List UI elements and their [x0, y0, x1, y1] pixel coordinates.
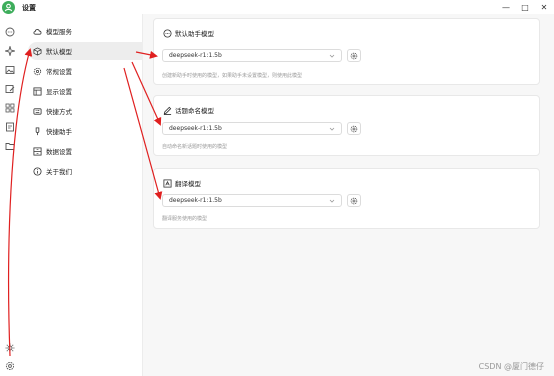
sidebar-item-quick-assistant[interactable]: 快捷助手 [28, 122, 156, 140]
gear-icon [350, 52, 358, 59]
sidebar-item-display-settings[interactable]: 显示设置 [28, 82, 156, 100]
apps-icon[interactable] [4, 102, 16, 114]
image-icon[interactable] [4, 64, 16, 76]
title-bar: 设置 — □ ✕ [0, 0, 554, 14]
translation-model-card: 翻译模型 deepseek-r1:1.5b 翻译服务使用的模型 [153, 168, 540, 229]
topic-naming-model-select[interactable]: deepseek-r1:1.5b [162, 122, 342, 135]
watermark: CSDN @厦门德仔 [478, 362, 544, 371]
select-value: deepseek-r1:1.5b [169, 197, 222, 204]
select-value: deepseek-r1:1.5b [169, 52, 222, 59]
info-icon [32, 166, 42, 176]
sidebar-item-label: 数据设置 [46, 148, 72, 156]
card-description: 自动命名新话题时使用的模型 [162, 144, 228, 150]
sidebar-item-label: 关于我们 [46, 168, 72, 176]
card-title-text: 翻译模型 [175, 180, 201, 188]
main-content: 默认助手模型 deepseek-r1:1.5b 创建新助手时使用的模型，如果助手… [143, 14, 554, 376]
rocket-icon [32, 106, 42, 116]
sidebar-item-general-settings[interactable]: 常规设置 [28, 62, 156, 80]
app-avatar[interactable] [2, 1, 15, 14]
sidebar-item-label: 快捷方式 [46, 108, 72, 116]
topic-naming-model-settings-button[interactable] [347, 122, 361, 135]
card-title-text: 默认助手模型 [175, 30, 214, 38]
sidebar-item-label: 显示设置 [46, 88, 72, 96]
card-description: 翻译服务使用的模型 [162, 216, 208, 222]
brightness-icon[interactable] [4, 342, 16, 354]
pen-icon [162, 105, 172, 115]
gear-icon [350, 125, 358, 132]
maximize-button[interactable]: □ [519, 2, 531, 12]
database-icon [32, 146, 42, 156]
monitor-icon [32, 86, 42, 96]
default-assistant-model-select[interactable]: deepseek-r1:1.5b [162, 49, 342, 62]
message-icon [162, 28, 172, 38]
chevron-down-icon [328, 197, 336, 205]
settings-icon[interactable] [4, 360, 16, 372]
sidebar-item-shortcuts[interactable]: 快捷方式 [28, 102, 156, 120]
sidebar-item-about[interactable]: 关于我们 [28, 162, 156, 180]
card-description: 创建新助手时使用的模型，如果助手未设置模型，则使用此模型 [162, 73, 303, 79]
cloud-icon [32, 26, 42, 36]
sidebar-item-label: 默认模型 [46, 48, 72, 56]
sidebar-item-data-settings[interactable]: 数据设置 [28, 142, 156, 160]
folder-icon[interactable] [4, 140, 16, 152]
card-title: 默认助手模型 [162, 28, 214, 38]
image-edit-icon[interactable] [4, 83, 16, 95]
sidebar-item-label: 模型服务 [46, 28, 72, 36]
cube-icon [32, 46, 42, 56]
maximize-icon: □ [521, 2, 529, 12]
topic-naming-model-card: 话题命名模型 deepseek-r1:1.5b 自动命名新话题时使用的模型 [153, 95, 540, 156]
card-title: 话题命名模型 [162, 105, 214, 115]
gear-icon [32, 66, 42, 76]
minimize-button[interactable]: — [500, 2, 512, 12]
default-assistant-model-settings-button[interactable] [347, 49, 361, 62]
default-assistant-model-card: 默认助手模型 deepseek-r1:1.5b 创建新助手时使用的模型，如果助手… [153, 18, 540, 85]
translation-model-select[interactable]: deepseek-r1:1.5b [162, 194, 342, 207]
settings-sidebar: 模型服务 默认模型 常规设置 显示设置 快捷方式 快捷助手 数据设置 关于我们 [20, 14, 156, 376]
sidebar-item-model-service[interactable]: 模型服务 [28, 22, 156, 40]
close-button[interactable]: ✕ [538, 2, 550, 12]
chevron-down-icon [328, 125, 336, 133]
icon-rail [0, 14, 20, 376]
chevron-down-icon [328, 52, 336, 60]
card-title-text: 话题命名模型 [175, 107, 214, 115]
sidebar-item-label: 常规设置 [46, 68, 72, 76]
document-edit-icon[interactable] [4, 121, 16, 133]
sidebar-item-label: 快捷助手 [46, 128, 72, 136]
chat-icon[interactable] [4, 26, 16, 38]
translate-icon [162, 178, 172, 188]
sidebar-item-default-model[interactable]: 默认模型 [28, 42, 156, 60]
sparkle-icon[interactable] [4, 45, 16, 57]
window-title: 设置 [22, 4, 36, 12]
card-title: 翻译模型 [162, 178, 201, 188]
user-icon [4, 3, 13, 12]
translation-model-settings-button[interactable] [347, 194, 361, 207]
bulb-icon [32, 126, 42, 136]
close-icon: ✕ [540, 2, 548, 12]
minimize-icon: — [502, 2, 510, 12]
gear-icon [350, 197, 358, 204]
select-value: deepseek-r1:1.5b [169, 125, 222, 132]
